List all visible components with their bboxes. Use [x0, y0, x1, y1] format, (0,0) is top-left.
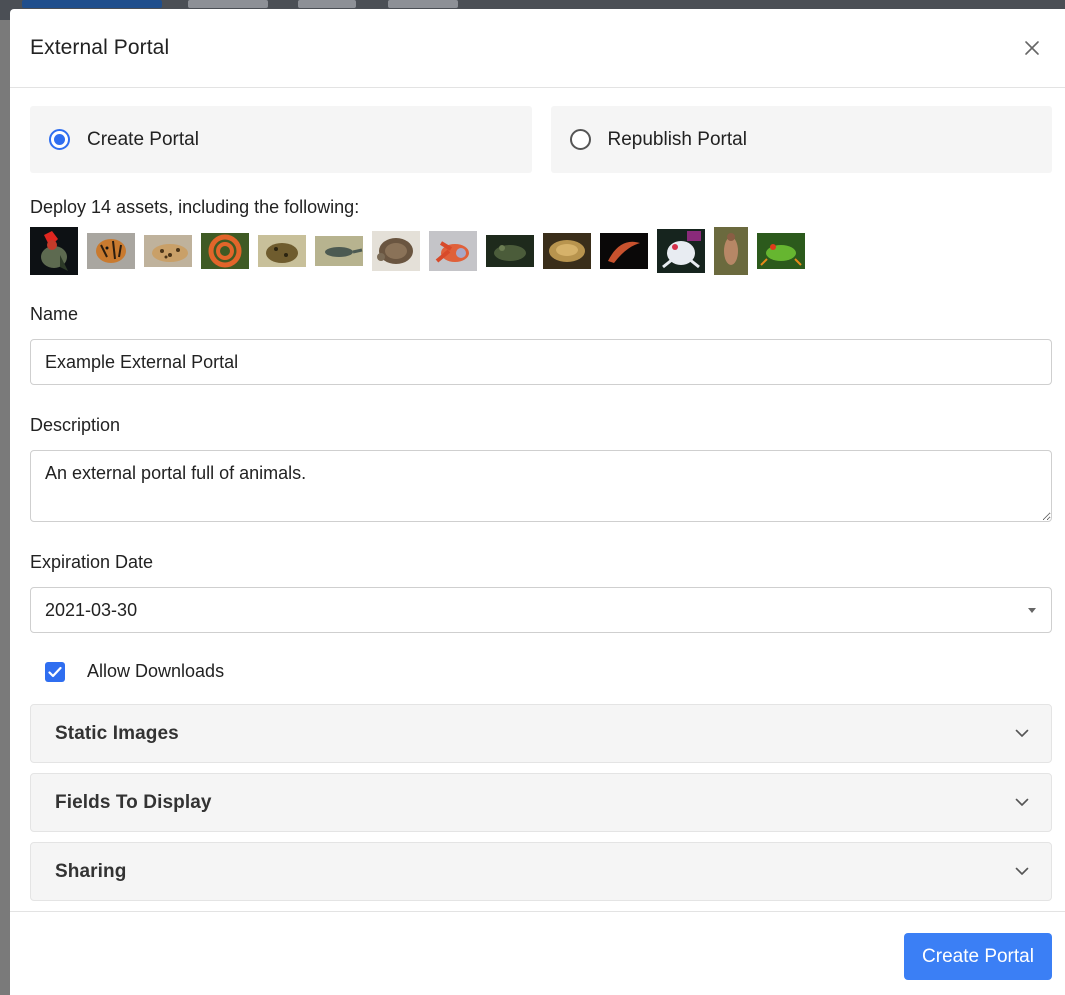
sharing-section[interactable]: Sharing [30, 842, 1052, 901]
background-nav-item [188, 0, 268, 8]
asset-thumbnail-orange-snake [201, 227, 249, 275]
description-textarea[interactable]: An external portal full of animals. [30, 450, 1052, 522]
external-portal-modal: External Portal Create Portal Republish … [10, 9, 1065, 995]
asset-thumbnail-toad [258, 227, 306, 275]
allow-downloads-label: Allow Downloads [87, 661, 225, 681]
create-portal-radio[interactable] [49, 129, 70, 150]
allow-downloads-checkbox[interactable] [45, 661, 65, 682]
close-icon [1025, 41, 1039, 55]
chevron-down-icon [1015, 729, 1029, 737]
asset-thumbnail-leopard [144, 227, 192, 275]
fields-to-display-section[interactable]: Fields To Display [30, 773, 1052, 832]
close-button[interactable] [1018, 34, 1046, 62]
chevron-down-icon [1015, 798, 1029, 806]
background-nav-item [388, 0, 458, 8]
republish-portal-label: Republish Portal [607, 128, 747, 150]
republish-portal-radio[interactable] [569, 129, 591, 150]
republish-portal-option[interactable]: Republish Portal [550, 106, 1052, 173]
create-portal-label: Create Portal [87, 128, 199, 150]
allow-downloads-row: Allow Downloads [30, 661, 1052, 682]
asset-thumbnail-turtle [372, 227, 420, 275]
create-portal-option[interactable]: Create Portal [30, 106, 532, 173]
sharing-title: Sharing [55, 860, 127, 882]
description-label: Description [30, 415, 121, 435]
static-images-section[interactable]: Static Images [30, 704, 1052, 763]
modal-title: External Portal [30, 36, 170, 59]
asset-thumbnail-tiger-cub [87, 227, 135, 275]
modal-footer: Create Portal [10, 911, 1065, 995]
portal-mode-options: Create Portal Republish Portal [30, 106, 1052, 173]
asset-thumbnail-tree-frog [757, 227, 805, 275]
asset-thumbnail-tortoise [543, 227, 591, 275]
background-nav-item [298, 0, 356, 8]
asset-thumbnail-bird [714, 227, 748, 275]
fields-to-display-title: Fields To Display [55, 791, 212, 813]
deploy-assets-text: Deploy 14 assets, including the followin… [30, 197, 360, 217]
chevron-down-icon [1015, 867, 1029, 875]
expiration-date-label: Expiration Date [30, 552, 154, 572]
modal-header: External Portal [10, 9, 1065, 88]
asset-thumbnail-lizard [315, 227, 363, 275]
asset-thumbnail-frog-dark [486, 227, 534, 275]
static-images-title: Static Images [55, 722, 179, 744]
check-icon [48, 666, 62, 677]
modal-body: Create Portal Republish Portal Deploy 14… [10, 88, 1065, 901]
asset-thumbnail-crab [429, 227, 477, 275]
asset-thumbnail-rooster [30, 227, 78, 275]
asset-thumbnail-shrimp [600, 227, 648, 275]
background-logo [22, 0, 162, 8]
asset-thumbnail-white-frog [657, 227, 705, 275]
expiration-date-select[interactable]: 2021-03-30 [30, 587, 1052, 633]
name-input[interactable] [30, 339, 1052, 385]
caret-down-icon [1028, 608, 1036, 613]
expiration-date-value: 2021-03-30 [45, 599, 138, 620]
name-label: Name [30, 304, 79, 324]
asset-thumbnails [30, 227, 1052, 275]
create-portal-button[interactable]: Create Portal [904, 933, 1052, 980]
